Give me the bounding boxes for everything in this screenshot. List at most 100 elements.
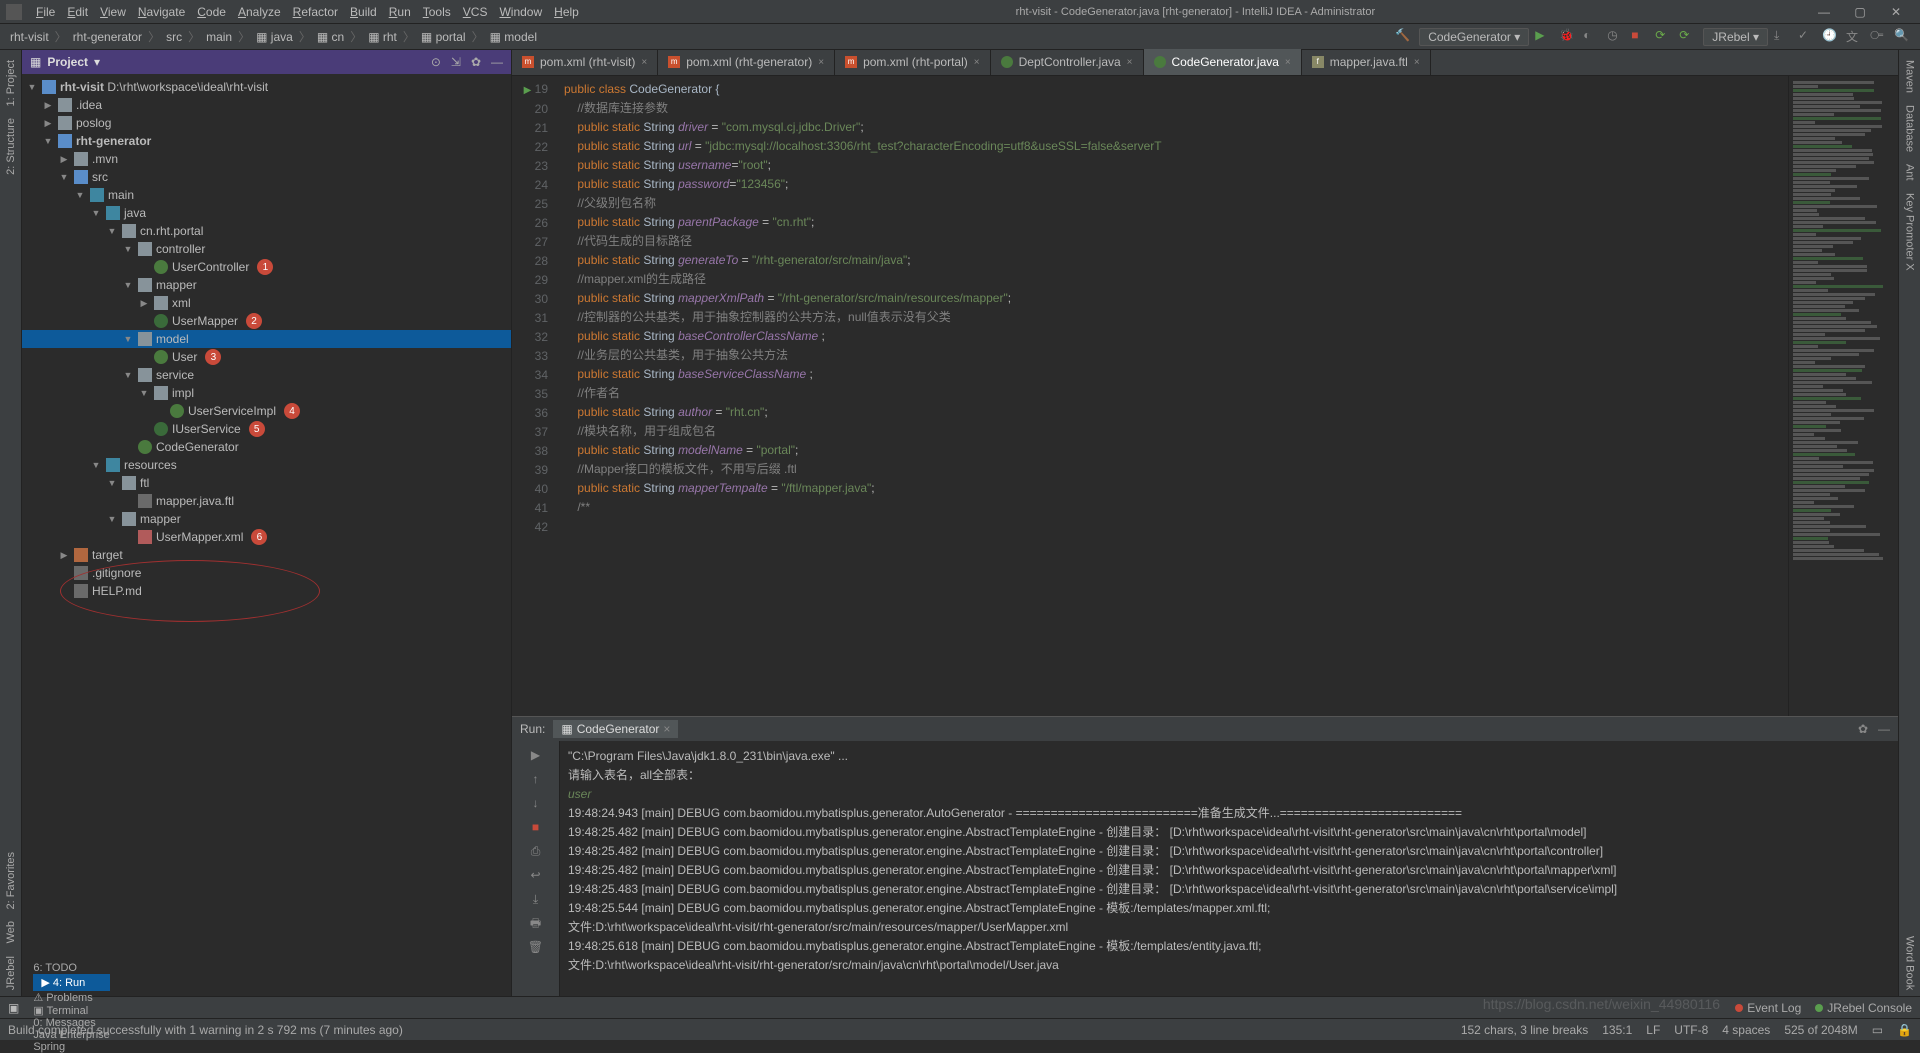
close-icon[interactable]: × xyxy=(1127,57,1133,68)
run-tab[interactable]: ▦ CodeGenerator × xyxy=(553,720,678,738)
bottom-tab[interactable]: 6: TODO xyxy=(33,962,109,974)
tree-node[interactable]: ▼service xyxy=(22,366,511,384)
gear-icon[interactable]: ✿ xyxy=(1858,722,1868,736)
breadcrumb-item[interactable]: ▦ rht xyxy=(366,30,399,44)
console-output[interactable]: "C:\Program Files\Java\jdk1.8.0_231\bin\… xyxy=(560,741,1898,996)
breadcrumb-item[interactable]: ▦ portal xyxy=(419,30,468,44)
status-item[interactable]: UTF-8 xyxy=(1674,1023,1708,1037)
hide-icon[interactable]: — xyxy=(491,55,503,69)
menu-edit[interactable]: Edit xyxy=(61,3,94,21)
memory-indicator[interactable]: ▭ xyxy=(1872,1023,1883,1037)
tool-tab[interactable]: Web xyxy=(3,915,19,949)
menu-view[interactable]: View xyxy=(94,3,132,21)
tree-node[interactable]: ▼impl xyxy=(22,384,511,402)
minimize-button[interactable]: — xyxy=(1806,5,1842,19)
tool-windows-icon[interactable]: ▣ xyxy=(8,1001,19,1015)
close-icon[interactable]: × xyxy=(818,57,824,68)
code-editor[interactable]: ▶ 19202122232425262728293031323334353637… xyxy=(512,76,1898,716)
hide-icon[interactable]: — xyxy=(1878,722,1890,736)
breadcrumb-item[interactable]: ▦ java xyxy=(254,30,295,44)
rerun-button[interactable]: ▶ xyxy=(526,745,546,765)
editor-tab[interactable]: mpom.xml (rht-portal)× xyxy=(835,49,991,75)
tree-node[interactable]: ▼model xyxy=(22,330,511,348)
tree-node[interactable]: ▼mapper xyxy=(22,276,511,294)
breadcrumb-item[interactable]: main xyxy=(204,30,234,44)
jr-icon[interactable]: ⟳ xyxy=(1655,28,1673,46)
menu-run[interactable]: Run xyxy=(383,3,417,21)
menu-vcs[interactable]: VCS xyxy=(457,3,494,21)
wrap-icon[interactable]: ↩ xyxy=(526,865,546,885)
tree-node[interactable]: ▼rht-generator xyxy=(22,132,511,150)
tree-node[interactable]: IUserService5 xyxy=(22,420,511,438)
bottom-tab[interactable]: ⚠ Problems xyxy=(33,991,109,1004)
close-icon[interactable]: × xyxy=(641,57,647,68)
profiler-button[interactable]: ◷ xyxy=(1607,28,1625,46)
run-button[interactable]: ▶ xyxy=(1535,28,1553,46)
tree-node[interactable]: ▶target xyxy=(22,546,511,564)
jr-icon2[interactable]: ⟳ xyxy=(1679,28,1697,46)
breadcrumb-item[interactable]: ▦ model xyxy=(488,30,539,44)
project-tree[interactable]: ▼rht-visit D:\rht\workspace\ideal\rht-vi… xyxy=(22,74,511,996)
tree-node[interactable]: ▼resources xyxy=(22,456,511,474)
menu-tools[interactable]: Tools xyxy=(417,3,457,21)
bottom-tab[interactable]: Spring xyxy=(33,1041,109,1053)
tree-node[interactable]: UserMapper2 xyxy=(22,312,511,330)
down-icon[interactable]: ↓ xyxy=(526,793,546,813)
status-item[interactable]: LF xyxy=(1646,1023,1660,1037)
search-everywhere-icon[interactable]: 🔍 xyxy=(1894,28,1912,46)
git-pull-icon[interactable]: ⤓ xyxy=(1774,28,1792,46)
tree-node[interactable]: UserServiceImpl4 xyxy=(22,402,511,420)
tree-node[interactable]: ▶poslog xyxy=(22,114,511,132)
breadcrumb-item[interactable]: ▦ cn xyxy=(315,30,346,44)
bottom-tab[interactable]: ▣ Terminal xyxy=(33,1004,109,1017)
tree-node[interactable]: UserMapper.xml6 xyxy=(22,528,511,546)
menu-navigate[interactable]: Navigate xyxy=(132,3,191,21)
tree-node[interactable]: ▼java xyxy=(22,204,511,222)
tool-tab[interactable]: Word Book xyxy=(1902,930,1918,996)
trash-icon[interactable]: 🗑 xyxy=(526,937,546,957)
gear-icon[interactable]: ✿ xyxy=(471,55,481,69)
menu-code[interactable]: Code xyxy=(191,3,232,21)
tree-node[interactable]: ▼main xyxy=(22,186,511,204)
status-item[interactable]: 152 chars, 3 line breaks xyxy=(1461,1023,1588,1037)
translate-icon[interactable]: 文 xyxy=(1846,28,1864,46)
tree-node[interactable]: User3 xyxy=(22,348,511,366)
tool-tab[interactable]: Database xyxy=(1902,99,1918,158)
tree-root[interactable]: ▼rht-visit D:\rht\workspace\ideal\rht-vi… xyxy=(22,78,511,96)
event-log-button[interactable]: Event Log xyxy=(1735,1001,1801,1015)
stop-icon[interactable]: ■ xyxy=(526,817,546,837)
code-area[interactable]: public class CodeGenerator { //数据库连接参数 p… xyxy=(556,76,1788,716)
tree-node[interactable]: ▼ftl xyxy=(22,474,511,492)
git-history-icon[interactable]: 🕘 xyxy=(1822,28,1840,46)
menu-analyze[interactable]: Analyze xyxy=(232,3,287,21)
tool-tab[interactable]: Ant xyxy=(1902,158,1918,187)
menu-refactor[interactable]: Refactor xyxy=(287,3,344,21)
jrebel-console-button[interactable]: JRebel Console xyxy=(1815,1001,1912,1015)
close-icon[interactable]: × xyxy=(974,57,980,68)
menu-file[interactable]: File xyxy=(30,3,61,21)
menu-help[interactable]: Help xyxy=(548,3,585,21)
stop-button[interactable]: ■ xyxy=(1631,28,1649,46)
tree-node[interactable]: UserController1 xyxy=(22,258,511,276)
tree-node[interactable]: ▶.idea xyxy=(22,96,511,114)
tree-node[interactable]: CodeGenerator xyxy=(22,438,511,456)
lock-icon[interactable]: 🔒 xyxy=(1897,1023,1912,1037)
coverage-button[interactable]: ◐ xyxy=(1583,28,1601,46)
menu-window[interactable]: Window xyxy=(493,3,548,21)
tool-tab[interactable]: 2: Structure xyxy=(3,112,19,181)
status-item[interactable]: 135:1 xyxy=(1602,1023,1632,1037)
run-config-selector[interactable]: CodeGenerator ▾ xyxy=(1419,28,1529,46)
select-open-file-icon[interactable]: ⊙ xyxy=(431,55,441,69)
tree-node[interactable]: ▶xml xyxy=(22,294,511,312)
close-icon[interactable]: × xyxy=(1285,57,1291,68)
editor-tab[interactable]: mpom.xml (rht-generator)× xyxy=(658,49,835,75)
tool-tab[interactable]: Key Promoter X xyxy=(1902,187,1918,277)
hammer-icon[interactable]: 🔨 xyxy=(1395,28,1413,46)
editor-tab[interactable]: mpom.xml (rht-visit)× xyxy=(512,49,658,75)
tool-tab[interactable]: 1: Project xyxy=(3,54,19,112)
maximize-button[interactable]: ▢ xyxy=(1842,5,1878,19)
up-icon[interactable]: ↑ xyxy=(526,769,546,789)
editor-tab[interactable]: fmapper.java.ftl× xyxy=(1302,49,1431,75)
tool-tab[interactable]: 2: Favorites xyxy=(3,846,19,915)
tool-tab[interactable]: Maven xyxy=(1902,54,1918,99)
